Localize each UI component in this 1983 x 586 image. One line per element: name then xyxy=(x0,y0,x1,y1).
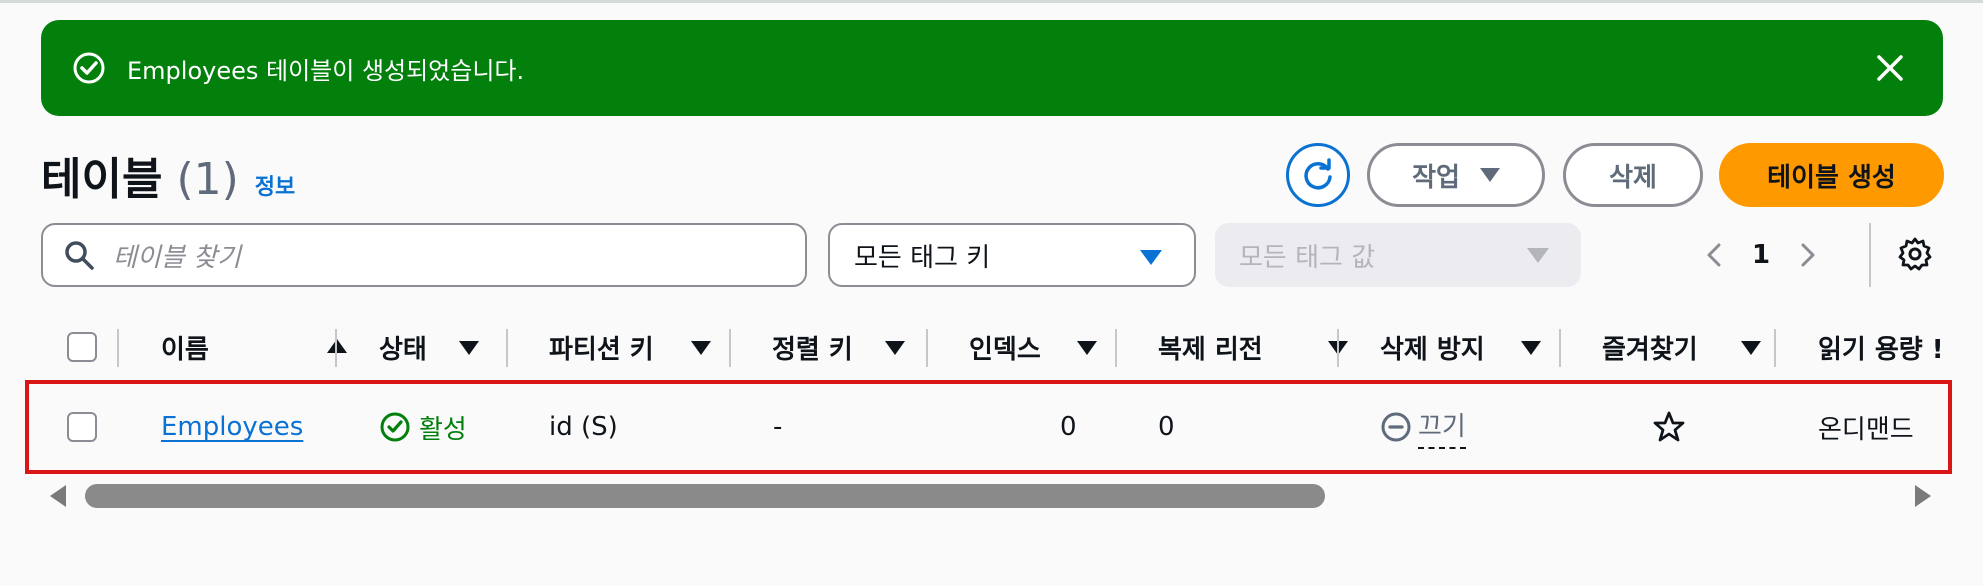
column-label: 복제 리전 xyxy=(1158,334,1263,365)
status-badge: 활성 xyxy=(379,407,467,447)
star-icon xyxy=(1653,411,1685,442)
horizontal-scrollbar-thumb[interactable] xyxy=(85,484,1325,508)
create-table-label: 테이블 생성 xyxy=(1767,162,1896,193)
check-circle-icon xyxy=(73,52,105,84)
sort-icon xyxy=(1077,341,1097,355)
table-search-input[interactable]: 테이블 찾기 xyxy=(41,223,807,287)
deletion-protection-text[interactable]: 끄기 xyxy=(1418,406,1466,449)
column-divider xyxy=(1774,329,1776,367)
column-header-partition-key[interactable]: 파티션 키 xyxy=(549,319,749,375)
read-capacity-cell: 온디맨드 xyxy=(1818,414,1914,445)
delete-label: 삭제 xyxy=(1609,162,1657,193)
caret-down-icon xyxy=(1479,168,1500,182)
column-label: 이름 xyxy=(161,334,209,365)
replica-regions-cell: 0 xyxy=(1158,412,1175,442)
search-placeholder: 테이블 찾기 xyxy=(113,242,241,273)
row-checkbox[interactable] xyxy=(67,407,97,447)
column-label: 읽기 용량 ! xyxy=(1818,334,1943,365)
close-icon[interactable] xyxy=(1873,51,1907,85)
chevron-left-icon[interactable] xyxy=(1700,240,1730,270)
scroll-right-arrow[interactable] xyxy=(1915,485,1931,507)
column-label: 삭제 방지 xyxy=(1380,334,1485,365)
deletion-protection-cell: 끄기 xyxy=(1380,406,1466,449)
sort-ascending-icon xyxy=(327,339,347,353)
tag-value-select: 모든 태그 값 xyxy=(1215,223,1581,287)
sort-icon xyxy=(885,341,905,355)
current-page[interactable]: 1 xyxy=(1752,240,1770,270)
column-header-indexes[interactable]: 인덱스 xyxy=(969,319,1139,375)
column-header-deletion-protection[interactable]: 삭제 방지 xyxy=(1380,319,1580,375)
column-label: 정렬 키 xyxy=(772,334,853,365)
tag-key-select[interactable]: 모든 태그 키 xyxy=(828,223,1196,287)
column-header-replica-regions[interactable]: 복제 리전 xyxy=(1158,319,1358,375)
indexes-cell: 0 xyxy=(1060,412,1077,442)
gear-icon[interactable] xyxy=(1897,236,1933,272)
column-label: 즐겨찾기 xyxy=(1602,334,1698,365)
column-divider xyxy=(926,329,928,367)
title-text: 테이블 xyxy=(41,154,163,205)
select-all-checkbox[interactable] xyxy=(67,319,97,375)
caret-down-icon xyxy=(1140,250,1162,265)
caret-down-icon xyxy=(1527,248,1549,263)
column-header-favorites[interactable]: 즐겨찾기 xyxy=(1602,319,1802,375)
scroll-left-arrow[interactable] xyxy=(50,485,66,507)
table-name-link[interactable]: Employees xyxy=(161,407,303,447)
column-label: 파티션 키 xyxy=(549,334,654,365)
pagination: 1 xyxy=(1700,229,1822,281)
partition-key-cell: id (S) xyxy=(549,412,618,442)
favorite-star-icon[interactable] xyxy=(1652,407,1686,447)
table-count: (1) xyxy=(176,154,239,205)
chevron-right-icon[interactable] xyxy=(1792,240,1822,270)
tag-key-value: 모든 태그 키 xyxy=(854,242,991,273)
flash-message: Employees 테이블이 생성되었습니다. xyxy=(127,56,525,85)
sort-key-cell: - xyxy=(773,412,783,442)
table-header: 이름 상태 파티션 키 정렬 키 인덱스 복제 리전 삭제 방지 즐겨찾기 읽기… xyxy=(41,319,1943,375)
column-divider xyxy=(335,329,337,367)
refresh-button[interactable] xyxy=(1286,143,1350,207)
column-header-sort-key[interactable]: 정렬 키 xyxy=(772,319,972,375)
success-flash-banner: Employees 테이블이 생성되었습니다. xyxy=(41,20,1943,116)
checkbox[interactable] xyxy=(67,412,97,442)
status-text: 활성 xyxy=(419,414,467,445)
refresh-icon xyxy=(1304,158,1332,190)
status-check-icon xyxy=(380,412,410,442)
divider xyxy=(1869,223,1871,287)
column-label: 인덱스 xyxy=(969,334,1041,365)
column-divider xyxy=(117,329,119,367)
actions-label: 작업 xyxy=(1412,162,1460,193)
create-table-button[interactable]: 테이블 생성 xyxy=(1719,143,1944,207)
column-divider xyxy=(1337,329,1339,367)
column-divider xyxy=(1115,329,1117,367)
sort-icon xyxy=(459,341,479,355)
delete-button[interactable]: 삭제 xyxy=(1563,143,1703,207)
column-header-status[interactable]: 상태 xyxy=(379,319,509,375)
column-divider xyxy=(506,329,508,367)
sort-icon xyxy=(1521,341,1541,355)
checkbox[interactable] xyxy=(67,332,97,362)
column-header-read-capacity[interactable]: 읽기 용량 ! xyxy=(1818,319,1943,375)
search-icon xyxy=(65,241,94,270)
sort-icon xyxy=(1741,341,1761,355)
actions-dropdown-button[interactable]: 작업 xyxy=(1367,143,1545,207)
minus-circle-icon xyxy=(1381,412,1411,442)
sort-icon xyxy=(691,341,711,355)
page-title: 테이블 (1) 정보 xyxy=(41,143,295,207)
column-divider xyxy=(729,329,731,367)
tag-value-placeholder: 모든 태그 값 xyxy=(1239,242,1376,273)
column-header-name[interactable]: 이름 xyxy=(161,319,361,375)
info-link[interactable]: 정보 xyxy=(255,169,295,201)
column-divider xyxy=(1559,329,1561,367)
column-label: 상태 xyxy=(379,334,427,365)
